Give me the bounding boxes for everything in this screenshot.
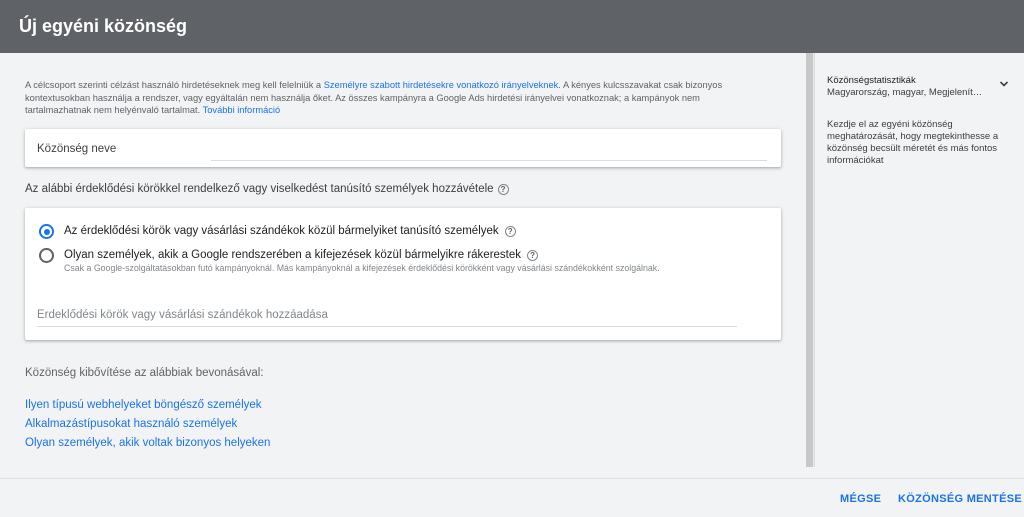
radio-button-unchecked[interactable] bbox=[39, 248, 54, 263]
policy-link[interactable]: Személyre szabott hirdetésekre vonatkozó… bbox=[324, 80, 559, 90]
radio-label-searches: Olyan személyek, akik a Google rendszeré… bbox=[64, 249, 522, 261]
help-icon[interactable]: ? bbox=[497, 183, 509, 195]
audience-insights-panel: Közönségstatisztikák Magyarország, magya… bbox=[814, 53, 1024, 467]
radio-option-searches[interactable]: Olyan személyek, akik a Google rendszeré… bbox=[39, 248, 539, 263]
learn-more-link[interactable]: További információ bbox=[203, 105, 281, 115]
radio-label-interests: Az érdeklődési körök vagy vásárlási szán… bbox=[64, 225, 499, 237]
targeting-card: Az érdeklődési körök vagy vásárlási szán… bbox=[25, 208, 781, 340]
dialog-title: Új egyéni közönség bbox=[19, 16, 188, 36]
include-section-label: Az alábbi érdeklődési körökkel rendelkez… bbox=[25, 183, 509, 195]
audience-name-label: Közönség neve bbox=[37, 143, 117, 155]
link-website-types[interactable]: Ilyen típusú webhelyeket böngésző személ… bbox=[25, 399, 262, 411]
audience-name-card: Közönség neve bbox=[25, 129, 781, 167]
scrollbar-thumb[interactable] bbox=[806, 53, 813, 467]
audience-name-input[interactable] bbox=[211, 135, 767, 161]
dialog-header: Új egyéni közönség bbox=[0, 0, 1024, 53]
expand-label: Közönség kibővítése az alábbiak bevonásá… bbox=[25, 367, 264, 379]
insights-subtitle: Magyarország, magyar, Megjelenít… bbox=[827, 87, 983, 98]
link-app-types[interactable]: Alkalmazástípusokat használó személyek bbox=[25, 418, 237, 430]
insights-description: Kezdje el az egyéni közönség meghatározá… bbox=[827, 119, 999, 166]
help-icon[interactable]: ? bbox=[527, 249, 539, 261]
dialog-footer: MÉGSE KÖZÖNSÉG MENTÉSE bbox=[0, 478, 1024, 517]
cancel-button[interactable]: MÉGSE bbox=[840, 493, 881, 505]
include-section-text: Az alábbi érdeklődési körökkel rendelkez… bbox=[25, 183, 494, 195]
policy-text-before: A célcsoport szerinti célzást használó h… bbox=[25, 80, 324, 90]
insights-title: Közönségstatisztikák bbox=[827, 75, 916, 86]
radio-searches-note: Csak a Google-szolgáltatásokban futó kam… bbox=[64, 263, 660, 273]
radio-button-checked[interactable] bbox=[39, 224, 54, 239]
policy-notice: A célcsoport szerinti célzást használó h… bbox=[25, 79, 765, 117]
chevron-down-icon[interactable] bbox=[999, 79, 1009, 89]
save-audience-button[interactable]: KÖZÖNSÉG MENTÉSE bbox=[898, 493, 1022, 505]
radio-option-interests[interactable]: Az érdeklődési körök vagy vásárlási szán… bbox=[39, 224, 516, 239]
link-places[interactable]: Olyan személyek, akik voltak bizonyos he… bbox=[25, 437, 270, 449]
main-panel: A célcsoport szerinti célzást használó h… bbox=[0, 53, 806, 467]
interests-input[interactable] bbox=[37, 303, 737, 327]
help-icon[interactable]: ? bbox=[504, 225, 516, 237]
